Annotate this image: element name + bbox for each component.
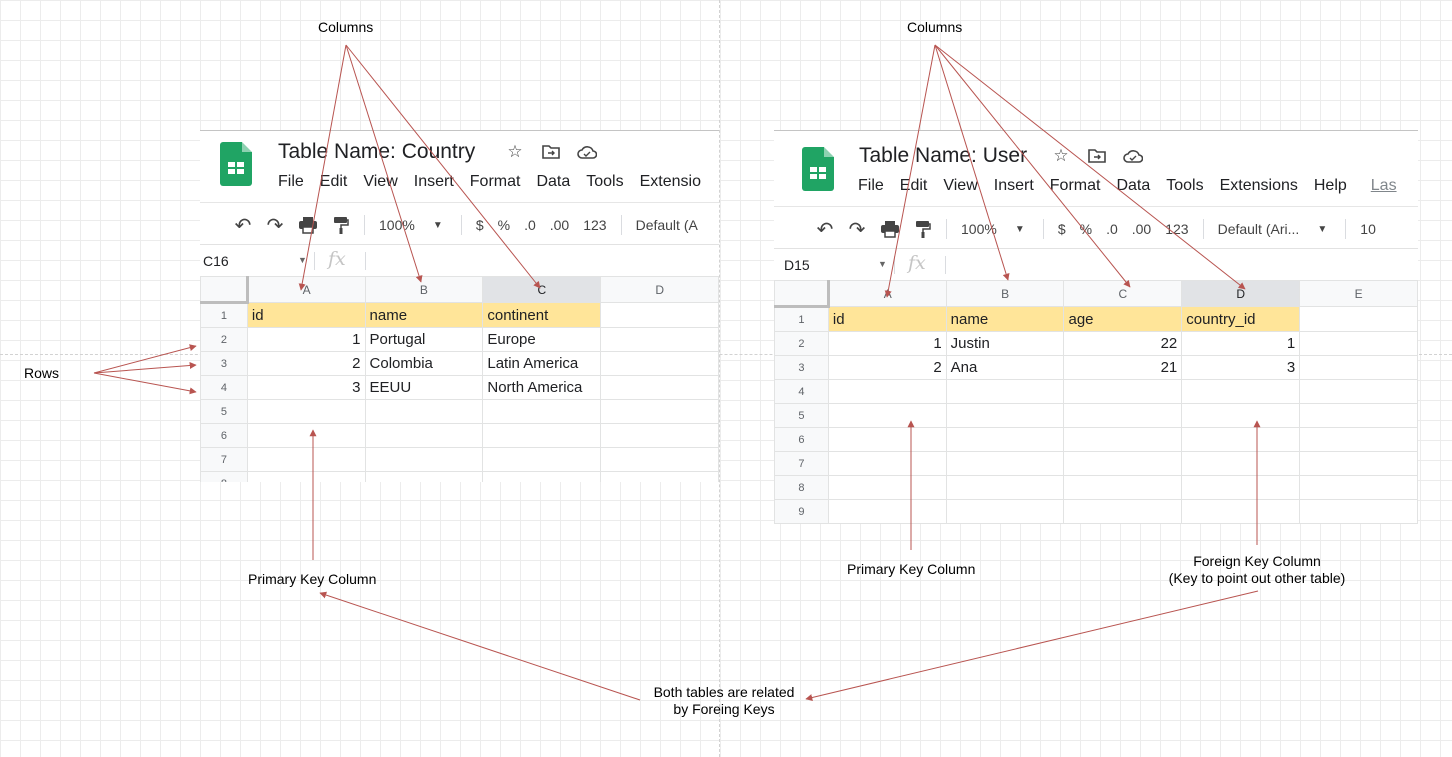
annotation-arrows [93,44,1261,701]
arrow-columns-to-c-right [934,44,1131,288]
arrow-columns-to-d-right [934,44,1246,290]
arrow-columns-to-b-right [934,44,1010,281]
arrow-rows-to-4 [93,372,197,395]
arrow-columns-to-c-left [345,44,541,289]
arrow-relation-to-primary-key [319,591,641,701]
arrow-columns-to-a-right [884,44,936,298]
arrow-columns-to-a-left [298,44,347,291]
arrow-relation-to-foreign-key [805,590,1259,701]
arrow-columns-to-b-left [345,44,423,283]
